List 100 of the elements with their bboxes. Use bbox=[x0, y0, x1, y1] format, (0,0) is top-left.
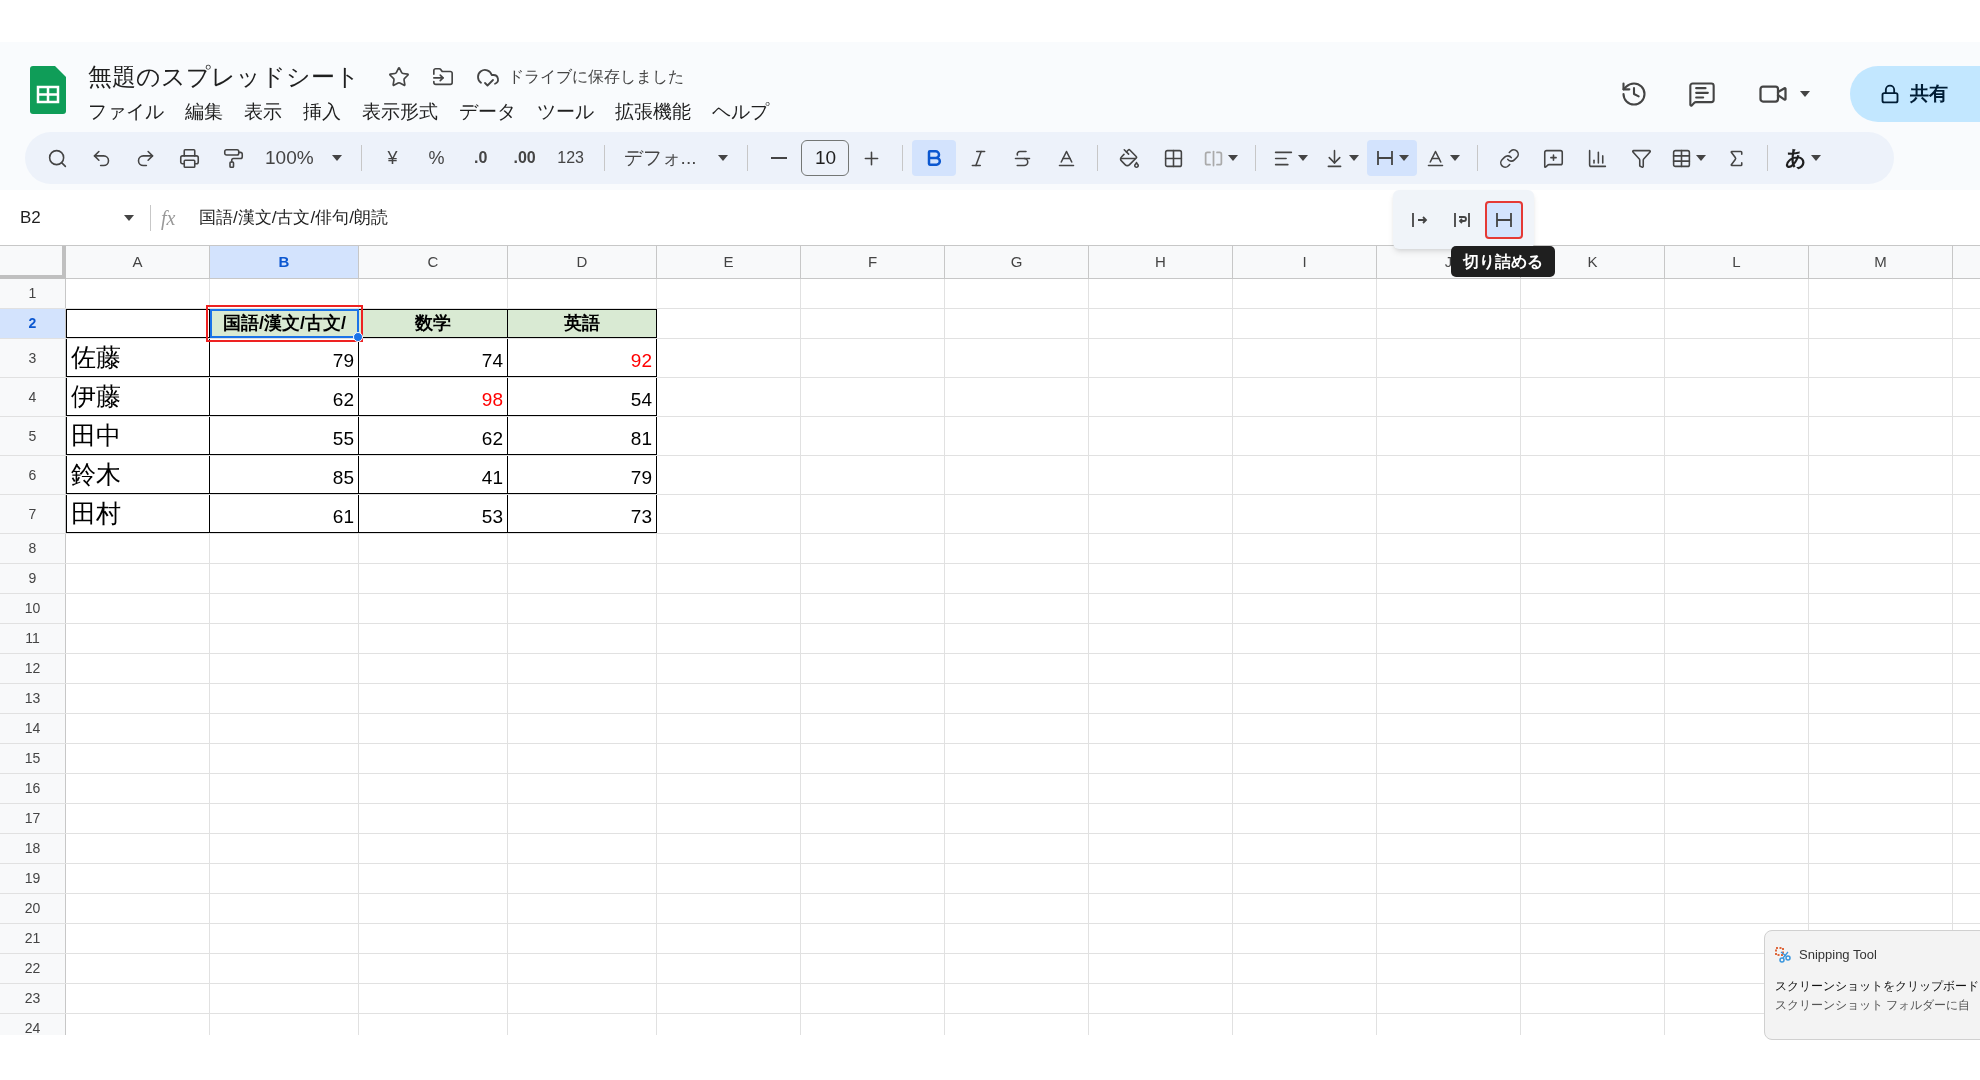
number-format-button[interactable]: 123 bbox=[546, 140, 595, 176]
wrap-option[interactable] bbox=[1485, 200, 1523, 239]
star-icon[interactable] bbox=[388, 66, 410, 88]
menu-item[interactable]: 挿入 bbox=[295, 96, 349, 129]
table-cell: 数学 bbox=[359, 309, 508, 338]
caret-icon bbox=[1800, 91, 1810, 97]
column-header[interactable]: A bbox=[66, 246, 210, 279]
share-button[interactable]: 共有 bbox=[1850, 66, 1980, 122]
row-header[interactable]: 12 bbox=[0, 654, 66, 683]
formula-field[interactable]: 国語/漢文/古文/俳句/朗読 bbox=[199, 204, 388, 231]
row-header[interactable]: 15 bbox=[0, 744, 66, 773]
column-header[interactable]: B bbox=[210, 246, 359, 279]
zoom-select[interactable]: 100% bbox=[255, 140, 352, 176]
column-header[interactable]: M bbox=[1809, 246, 1953, 279]
row-header[interactable]: 18 bbox=[0, 834, 66, 863]
menu-item[interactable]: 編集 bbox=[177, 96, 231, 129]
text-wrapping-button[interactable] bbox=[1367, 140, 1418, 176]
sheets-logo[interactable] bbox=[30, 66, 66, 114]
table-cell: 62 bbox=[210, 378, 359, 416]
column-header[interactable]: D bbox=[508, 246, 657, 279]
borders-icon bbox=[1162, 147, 1184, 169]
caret-icon bbox=[1399, 155, 1410, 161]
menu-item[interactable]: データ bbox=[451, 96, 524, 129]
link-icon bbox=[1498, 147, 1520, 169]
table-cell: 85 bbox=[210, 456, 359, 494]
row-header[interactable]: 20 bbox=[0, 894, 66, 923]
menu-item[interactable]: 表示形式 bbox=[354, 96, 446, 129]
column-header[interactable]: E bbox=[657, 246, 801, 279]
row-header[interactable]: 9 bbox=[0, 564, 66, 593]
column-header[interactable]: H bbox=[1089, 246, 1233, 279]
row-header[interactable]: 6 bbox=[0, 456, 66, 494]
table-cell: 田中 bbox=[66, 417, 210, 455]
caret-icon bbox=[1298, 155, 1309, 161]
table-cell: 62 bbox=[359, 417, 508, 455]
column-header[interactable]: G bbox=[945, 246, 1089, 279]
row-header[interactable]: 21 bbox=[0, 924, 66, 953]
row-header[interactable]: 5 bbox=[0, 417, 66, 455]
row-header[interactable]: 24 bbox=[0, 1014, 66, 1035]
lock-icon bbox=[1880, 84, 1900, 104]
column-header[interactable]: L bbox=[1665, 246, 1809, 279]
table-cell: 鈴木 bbox=[66, 456, 210, 494]
notification-title: スクリーンショットをクリップボード bbox=[1775, 977, 1980, 995]
row-header[interactable]: 7 bbox=[0, 495, 66, 533]
function-icon: fx bbox=[161, 202, 191, 233]
history-icon[interactable] bbox=[1620, 80, 1648, 108]
comments-icon[interactable] bbox=[1688, 80, 1716, 108]
row-header[interactable]: 1 bbox=[0, 279, 66, 308]
row-header[interactable]: 17 bbox=[0, 804, 66, 833]
column-header[interactable]: C bbox=[359, 246, 508, 279]
chart-icon bbox=[1586, 147, 1608, 169]
font-select[interactable]: デフォ... bbox=[613, 140, 739, 176]
row-header[interactable]: 10 bbox=[0, 594, 66, 623]
notification-card[interactable]: Snipping Tool スクリーンショットをクリップボード スクリーンショット フォルダーに自 bbox=[1764, 930, 1980, 1040]
filter-icon bbox=[1630, 147, 1652, 169]
document-title[interactable]: 無題のスプレッドシート bbox=[88, 59, 360, 95]
caret-icon bbox=[1349, 155, 1360, 161]
paint-roller-icon bbox=[222, 147, 244, 169]
row-header[interactable]: 4 bbox=[0, 378, 66, 416]
table-cell: 41 bbox=[359, 456, 508, 494]
row-header[interactable]: 23 bbox=[0, 984, 66, 1013]
column-header[interactable]: I bbox=[1233, 246, 1377, 279]
menu-item[interactable]: 表示 bbox=[236, 96, 290, 129]
bold-button[interactable] bbox=[912, 140, 957, 176]
table-cell: 81 bbox=[508, 417, 657, 455]
table-cell: 73 bbox=[508, 495, 657, 533]
move-folder-icon[interactable] bbox=[432, 66, 454, 88]
clip-icon bbox=[1375, 148, 1396, 168]
row-header[interactable]: 13 bbox=[0, 684, 66, 713]
row-header[interactable]: 3 bbox=[0, 339, 66, 377]
menu-item[interactable]: ヘルプ bbox=[704, 96, 777, 129]
menu-item[interactable]: ファイル bbox=[80, 96, 172, 129]
name-box[interactable]: B2 bbox=[0, 200, 140, 235]
font-size-field[interactable]: 10 bbox=[801, 140, 850, 176]
caret-icon bbox=[331, 155, 342, 161]
add-comment-icon bbox=[1542, 147, 1564, 169]
currency-button[interactable]: ¥ bbox=[370, 140, 415, 176]
row-header[interactable]: 11 bbox=[0, 624, 66, 653]
increase-decimal-button[interactable]: .00 bbox=[502, 140, 547, 176]
row-header[interactable]: 22 bbox=[0, 954, 66, 983]
caret-icon bbox=[1228, 155, 1239, 161]
table-cell: 55 bbox=[210, 417, 359, 455]
minus-icon bbox=[771, 157, 788, 159]
table-cell: 98 bbox=[359, 378, 508, 416]
caret-icon bbox=[1450, 155, 1461, 161]
menu-item[interactable]: ツール bbox=[529, 96, 602, 129]
percent-button[interactable]: % bbox=[414, 140, 459, 176]
paint-bucket-icon bbox=[1118, 147, 1140, 169]
menu-item[interactable]: 拡張機能 bbox=[607, 96, 699, 129]
input-mode-button[interactable]: あ bbox=[1777, 140, 1830, 176]
row-header[interactable]: 8 bbox=[0, 534, 66, 563]
row-header[interactable]: 2 bbox=[0, 309, 66, 338]
table-cell: 伊藤 bbox=[66, 378, 210, 416]
row-header[interactable]: 16 bbox=[0, 774, 66, 803]
table-cell: 79 bbox=[508, 456, 657, 494]
column-header[interactable]: F bbox=[801, 246, 945, 279]
row-header[interactable]: 19 bbox=[0, 864, 66, 893]
row-header[interactable]: 14 bbox=[0, 714, 66, 743]
table-cell: 佐藤 bbox=[66, 339, 210, 377]
caret-icon bbox=[124, 214, 134, 221]
decrease-decimal-button[interactable]: .0 bbox=[458, 140, 503, 176]
